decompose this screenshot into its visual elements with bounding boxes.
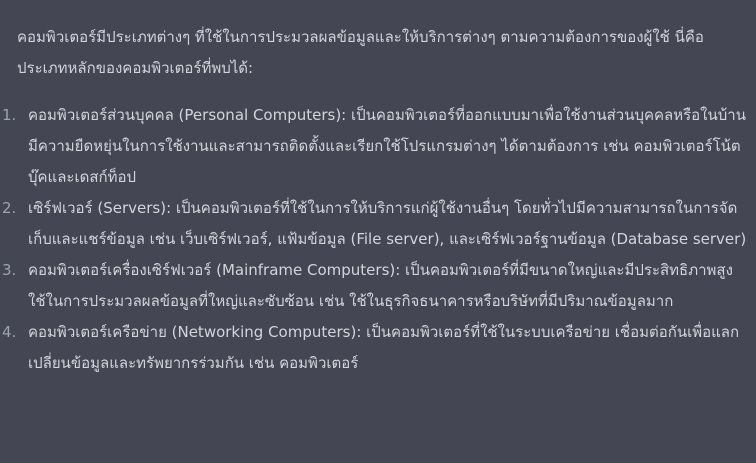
list-item-number: 2. [2, 199, 17, 217]
computer-types-list: 1. คอมพิวเตอร์ส่วนบุคคล (Personal Comput… [2, 100, 756, 379]
list-item-text: คอมพิวเตอร์เครือข่าย (Networking Compute… [28, 323, 740, 372]
list-item-text: คอมพิวเตอร์ส่วนบุคคล (Personal Computers… [28, 106, 746, 186]
intro-paragraph: คอมพิวเตอร์มีประเภทต่างๆ ที่ใช้ในการประม… [17, 28, 704, 77]
list-item-number: 1. [2, 106, 17, 124]
list-item-number: 3. [2, 261, 17, 279]
list-item-text: เซิร์ฟเวอร์ (Servers): เป็นคอมพิวเตอร์ที… [28, 199, 747, 248]
list-item: 4. คอมพิวเตอร์เครือข่าย (Networking Comp… [2, 317, 754, 379]
list-item: 2. เซิร์ฟเวอร์ (Servers): เป็นคอมพิวเตอร… [2, 193, 754, 255]
list-item: 3. คอมพิวเตอร์เครื่องเซิร์ฟเวอร์ (Mainfr… [2, 255, 754, 317]
assistant-message: คอมพิวเตอร์มีประเภทต่างๆ ที่ใช้ในการประม… [0, 0, 756, 463]
list-item: 1. คอมพิวเตอร์ส่วนบุคคล (Personal Comput… [2, 100, 754, 193]
list-item-number: 4. [2, 323, 17, 341]
list-item-text: คอมพิวเตอร์เครื่องเซิร์ฟเวอร์ (Mainframe… [28, 261, 733, 310]
